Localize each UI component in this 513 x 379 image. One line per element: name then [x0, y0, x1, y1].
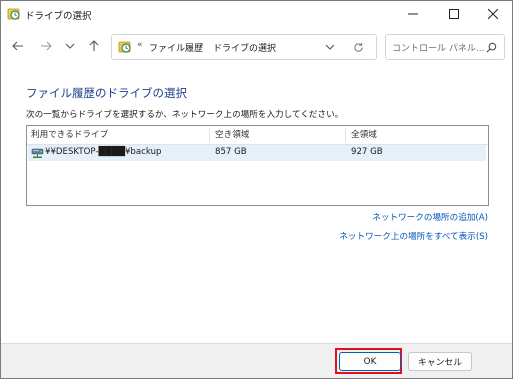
breadcrumb-separator[interactable]: ›	[200, 40, 204, 50]
close-icon	[488, 9, 498, 19]
column-free-space[interactable]: 空き領域	[215, 126, 249, 144]
column-total-space[interactable]: 全領域	[351, 126, 377, 144]
page-title: ファイル履歴のドライブの選択	[26, 86, 187, 100]
column-divider[interactable]	[345, 128, 346, 142]
window-title: ドライブの選択	[25, 11, 92, 22]
breadcrumb-overflow[interactable]: «	[137, 40, 143, 50]
refresh-icon	[353, 42, 363, 52]
search-input[interactable]: コントロール パネル...	[385, 34, 505, 60]
chevron-down-icon	[65, 43, 75, 49]
drive-list[interactable]: 利用できるドライブ 空き領域 全領域 ¥¥DESKTOP-████¥backup…	[26, 125, 489, 206]
up-button[interactable]	[86, 38, 102, 54]
maximize-icon	[449, 9, 459, 19]
cancel-button[interactable]: キャンセル	[408, 352, 472, 371]
file-history-icon	[118, 40, 132, 54]
column-available-drives[interactable]: 利用できるドライブ	[31, 126, 108, 144]
breadcrumb-select-drive[interactable]: ドライブの選択	[213, 41, 276, 54]
back-button[interactable]	[10, 38, 26, 54]
ok-button[interactable]: OK	[339, 352, 401, 371]
forward-arrow-icon	[41, 41, 52, 51]
minimize-button[interactable]	[393, 1, 433, 27]
network-drive-icon	[31, 147, 44, 159]
dialog-footer: OK キャンセル	[1, 343, 512, 378]
column-divider[interactable]	[209, 128, 210, 142]
address-dropdown-button[interactable]	[323, 40, 337, 54]
address-bar[interactable]: « ファイル履歴 › ドライブの選択	[111, 34, 377, 60]
drive-free-space: 857 GB	[215, 147, 247, 157]
drive-total-space: 927 GB	[351, 147, 383, 157]
chevron-down-icon	[325, 44, 335, 50]
title-bar: ドライブの選択	[1, 1, 512, 27]
breadcrumb-file-history[interactable]: ファイル履歴	[149, 41, 203, 54]
back-arrow-icon	[12, 41, 23, 51]
refresh-button[interactable]	[351, 40, 365, 54]
drive-row[interactable]: ¥¥DESKTOP-████¥backup 857 GB 927 GB	[28, 145, 486, 161]
close-button[interactable]	[473, 1, 512, 27]
show-all-network-locations-link[interactable]: ネットワーク上の場所をすべて表示(S)	[339, 230, 488, 242]
file-history-icon	[7, 7, 21, 21]
up-arrow-icon	[89, 40, 99, 51]
instruction-text: 次の一覧からドライブを選択するか、ネットワーク上の場所を入力してください。	[26, 110, 344, 120]
minimize-icon	[408, 13, 418, 15]
search-icon[interactable]	[484, 40, 498, 54]
recent-locations-button[interactable]	[62, 38, 78, 54]
search-placeholder: コントロール パネル...	[392, 44, 485, 54]
add-network-location-link[interactable]: ネットワークの場所の追加(A)	[372, 211, 488, 223]
maximize-button[interactable]	[434, 1, 474, 27]
forward-button[interactable]	[38, 38, 54, 54]
drive-path: ¥¥DESKTOP-████¥backup	[45, 147, 162, 157]
dialog-window: ドライブの選択 « ファイル履歴 › ドライブの選択 コントロール パネル...…	[0, 0, 513, 379]
drive-list-header: 利用できるドライブ 空き領域 全領域	[27, 126, 488, 145]
